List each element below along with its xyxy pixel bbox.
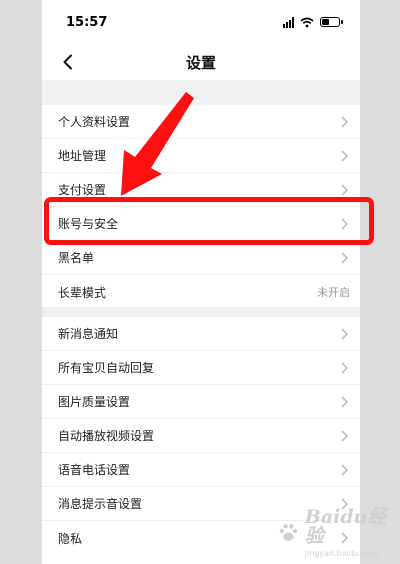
status-icons	[283, 16, 343, 28]
settings-item-elder-mode[interactable]: 长辈模式 未开启	[42, 275, 360, 309]
settings-item-voice-call[interactable]: 语音电话设置	[42, 453, 360, 487]
phone-screen: 15:57 设置 个人资料设置 地址管理 支付设置 账号与安全 黑名单 长辈模式…	[42, 0, 360, 564]
settings-item-label: 隐私	[58, 531, 83, 546]
chevron-right-icon	[338, 463, 350, 477]
chevron-left-icon	[63, 54, 72, 70]
chevron-right-icon	[338, 429, 350, 443]
settings-item-payment[interactable]: 支付设置	[42, 173, 360, 207]
settings-item-label: 支付设置	[58, 183, 107, 197]
settings-item-account-security[interactable]: 账号与安全	[42, 207, 360, 241]
settings-item-auto-reply[interactable]: 所有宝贝自动回复	[42, 351, 360, 385]
cellular-signal-icon	[283, 16, 294, 28]
page-title: 设置	[185, 53, 216, 72]
settings-item-label: 图片质量设置	[58, 395, 131, 409]
paw-icon	[279, 524, 298, 542]
baidu-watermark: Baidu经验 jingyan.baidu.com	[278, 508, 400, 558]
settings-item-profile[interactable]: 个人资料设置	[42, 105, 360, 139]
section-gap	[42, 307, 360, 317]
settings-item-label: 消息提示音设置	[58, 497, 143, 511]
settings-item-address[interactable]: 地址管理	[42, 139, 360, 173]
back-button[interactable]	[56, 50, 80, 74]
chevron-right-icon	[338, 395, 350, 409]
settings-item-label: 地址管理	[58, 149, 107, 163]
navigation-bar: 设置	[42, 44, 360, 80]
settings-item-right: 未开启	[317, 284, 350, 300]
chevron-right-icon	[338, 251, 350, 265]
settings-item-label: 自动播放视频设置	[58, 429, 155, 443]
watermark-url: jingyan.baidu.com	[304, 549, 379, 558]
settings-item-label: 个人资料设置	[58, 115, 131, 129]
settings-item-blacklist[interactable]: 黑名单	[42, 241, 360, 275]
settings-item-label: 新消息通知	[58, 327, 119, 341]
battery-icon	[320, 17, 343, 27]
chevron-right-icon	[338, 183, 350, 197]
status-time: 15:57	[66, 14, 108, 30]
settings-group-account: 个人资料设置 地址管理 支付设置 账号与安全 黑名单 长辈模式 未开启	[42, 105, 360, 309]
chevron-right-icon	[338, 217, 350, 231]
chevron-right-icon	[338, 115, 350, 129]
settings-item-label: 黑名单	[58, 251, 95, 265]
chevron-right-icon	[338, 149, 350, 163]
watermark-brand: Baidu经验	[304, 506, 387, 547]
settings-item-new-message-notification[interactable]: 新消息通知	[42, 317, 360, 351]
chevron-right-icon	[338, 327, 350, 341]
settings-item-autoplay-video[interactable]: 自动播放视频设置	[42, 419, 360, 453]
settings-item-label: 账号与安全	[58, 217, 119, 231]
status-bar: 15:57	[42, 0, 360, 44]
settings-item-label: 长辈模式	[58, 285, 107, 300]
settings-item-image-quality[interactable]: 图片质量设置	[42, 385, 360, 419]
settings-item-label: 语音电话设置	[58, 463, 131, 477]
settings-item-label: 所有宝贝自动回复	[58, 361, 155, 375]
chevron-right-icon	[338, 361, 350, 375]
elder-mode-status: 未开启	[317, 286, 350, 299]
wifi-icon	[300, 17, 314, 27]
section-gap	[42, 80, 360, 105]
